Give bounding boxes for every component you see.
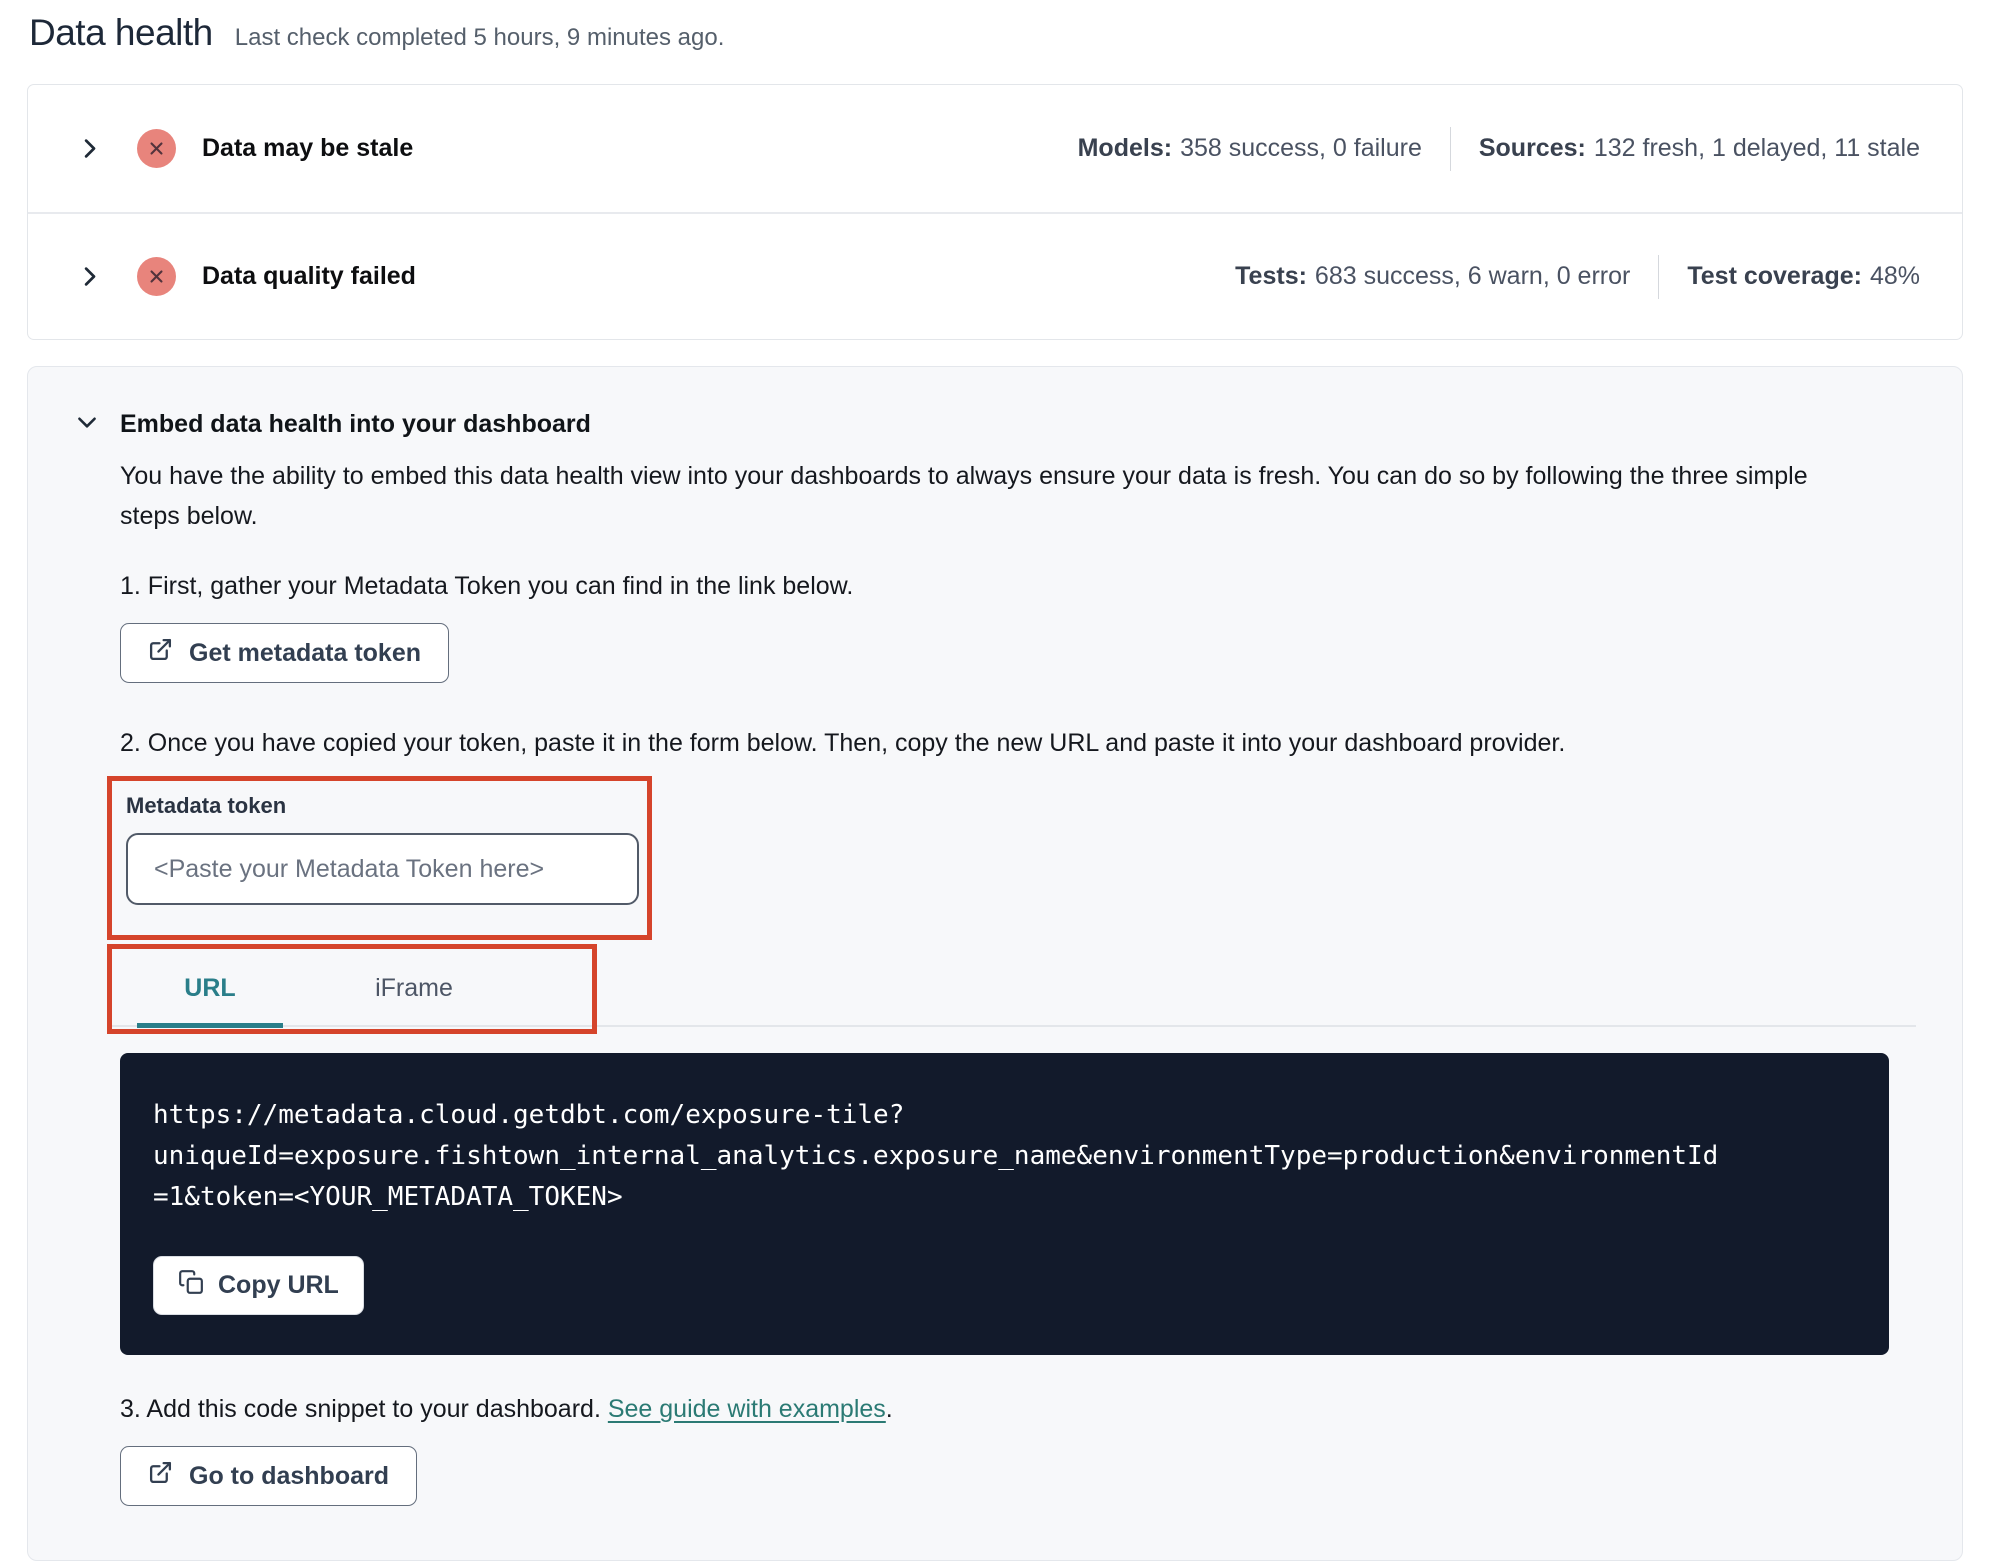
- page-header: Data health Last check completed 5 hours…: [27, 12, 1963, 54]
- sources-stat-label: Sources:: [1478, 134, 1586, 162]
- tabs-row: URL iFrame: [107, 950, 1916, 1028]
- embed-section-title: Embed data health into your dashboard: [120, 410, 591, 438]
- get-metadata-token-label: Get metadata token: [189, 638, 422, 667]
- stat-divider: [1449, 126, 1451, 171]
- embed-url-code-block: https://metadata.cloud.getdbt.com/exposu…: [120, 1053, 1889, 1355]
- status-row-title: Data quality failed: [202, 262, 416, 290]
- status-row-quality[interactable]: Data quality failed Tests: 683 success, …: [28, 212, 1962, 339]
- metadata-token-input[interactable]: [126, 833, 639, 905]
- embed-section-header[interactable]: Embed data health into your dashboard: [74, 409, 1916, 440]
- step-3-text-after: .: [885, 1395, 893, 1423]
- status-card: Data may be stale Models: 358 success, 0…: [27, 84, 1963, 340]
- embed-url-line: =1&token=<YOUR_METADATA_TOKEN>: [153, 1182, 623, 1212]
- coverage-stat-value: 48%: [1869, 262, 1920, 290]
- embed-output-tabs: URL iFrame: [107, 944, 1916, 1034]
- copy-icon: [178, 1269, 204, 1302]
- stat-divider: [1658, 254, 1660, 299]
- go-to-dashboard-label: Go to dashboard: [189, 1461, 389, 1490]
- see-guide-link[interactable]: See guide with examples: [608, 1395, 886, 1423]
- embed-url-line: uniqueId=exposure.fishtown_internal_anal…: [153, 1141, 1719, 1171]
- metadata-token-label: Metadata token: [126, 793, 287, 818]
- tab-iframe[interactable]: iFrame: [339, 950, 489, 1028]
- error-x-icon: [137, 129, 176, 168]
- go-to-dashboard-button[interactable]: Go to dashboard: [120, 1446, 417, 1506]
- step-1-text: 1. First, gather your Metadata Token you…: [120, 572, 854, 600]
- chevron-right-icon[interactable]: [76, 135, 103, 162]
- page-title: Data health: [29, 12, 213, 53]
- status-row-stale[interactable]: Data may be stale Models: 358 success, 0…: [28, 85, 1962, 212]
- chevron-down-icon[interactable]: [74, 409, 100, 440]
- get-metadata-token-button[interactable]: Get metadata token: [120, 623, 450, 683]
- tests-stat-label: Tests:: [1235, 262, 1307, 290]
- error-x-icon: [137, 257, 176, 296]
- chevron-right-icon[interactable]: [76, 263, 103, 290]
- annotation-box-token: Metadata token: [107, 776, 652, 940]
- copy-url-button[interactable]: Copy URL: [153, 1256, 364, 1315]
- status-row-title: Data may be stale: [202, 134, 414, 162]
- external-link-icon: [148, 637, 173, 669]
- embed-panel: Embed data health into your dashboard Yo…: [27, 366, 1963, 1561]
- coverage-stat-label: Test coverage:: [1687, 262, 1862, 290]
- external-link-icon: [148, 1460, 173, 1492]
- tests-stat-value: 683 success, 6 warn, 0 error: [1314, 262, 1631, 290]
- last-check-status: Last check completed 5 hours, 9 minutes …: [234, 24, 725, 51]
- tab-url[interactable]: URL: [137, 950, 283, 1028]
- step-3-text-before: 3. Add this code snippet to your dashboa…: [120, 1395, 608, 1423]
- embed-description: You have the ability to embed this data …: [120, 462, 1808, 530]
- step-3-text: 3. Add this code snippet to your dashboa…: [120, 1395, 1916, 1424]
- embed-url-line: https://metadata.cloud.getdbt.com/exposu…: [153, 1100, 905, 1130]
- embed-section-body: You have the ability to embed this data …: [107, 456, 1916, 1506]
- sources-stat-value: 132 fresh, 1 delayed, 11 stale: [1593, 134, 1920, 162]
- step-2-text: 2. Once you have copied your token, past…: [120, 729, 1566, 757]
- copy-url-label: Copy URL: [218, 1271, 339, 1299]
- models-stat-value: 358 success, 0 failure: [1180, 134, 1422, 162]
- status-row-stats: Models: 358 success, 0 failure Sources: …: [1077, 126, 1920, 171]
- status-row-stats: Tests: 683 success, 6 warn, 0 error Test…: [1235, 254, 1920, 299]
- data-health-page: Data health Last check completed 5 hours…: [0, 0, 1990, 1561]
- models-stat-label: Models:: [1077, 134, 1173, 162]
